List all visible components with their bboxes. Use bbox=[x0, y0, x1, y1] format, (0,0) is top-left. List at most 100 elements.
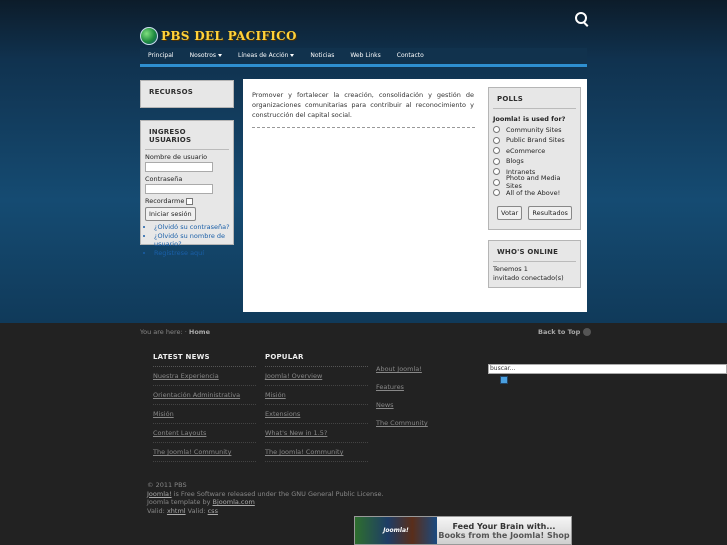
xhtml-link[interactable]: xhtml bbox=[167, 507, 186, 515]
banner-text: Feed Your Brain with... Books from the J… bbox=[437, 517, 571, 544]
poll-option[interactable]: Public Brand Sites bbox=[493, 136, 576, 144]
radio-button[interactable] bbox=[493, 189, 500, 196]
books-image: Joomla! bbox=[355, 517, 437, 544]
header-area: PBS DEL PACIFICO Principal Nosotros Líne… bbox=[0, 0, 727, 323]
template-credit-link[interactable]: Bjoomla.com bbox=[213, 498, 255, 506]
footer-search-input[interactable]: buscar... bbox=[488, 364, 727, 374]
about-column: About Joomla! Features News The Communit… bbox=[376, 360, 479, 432]
poll-option[interactable]: eCommerce bbox=[493, 147, 576, 155]
nav-item-noticias[interactable]: Noticias bbox=[302, 48, 342, 64]
nav-item-nosotros[interactable]: Nosotros bbox=[182, 48, 230, 64]
popular-link[interactable]: Misión bbox=[265, 386, 368, 405]
caret-down-icon bbox=[218, 54, 223, 57]
vote-button[interactable]: Votar bbox=[497, 205, 523, 220]
breadcrumb-current: Home bbox=[188, 328, 210, 336]
poll-question: Joomla! is used for? bbox=[493, 115, 566, 123]
password-field[interactable] bbox=[145, 184, 213, 194]
polls-module: POLLS Joomla! is used for? Community Sit… bbox=[488, 87, 581, 230]
whos-online-title: WHO'S ONLINE bbox=[497, 248, 559, 256]
latest-news-link[interactable]: Orientación Administrativa bbox=[153, 386, 256, 405]
copyright-block: © 2011 PBS Joomla! is Free Software rele… bbox=[147, 481, 384, 515]
site-logo[interactable]: PBS DEL PACIFICO bbox=[140, 26, 297, 46]
register-link[interactable]: Regístrese aquí bbox=[154, 249, 233, 258]
nav-item-contacto[interactable]: Contacto bbox=[389, 48, 432, 64]
nav-label: Principal bbox=[148, 52, 174, 59]
nav-accent-stripe bbox=[140, 64, 587, 67]
search-icon[interactable] bbox=[575, 12, 587, 24]
poll-option[interactable]: Blogs bbox=[493, 157, 576, 165]
breadcrumb-prefix: You are here: bbox=[140, 328, 183, 336]
logo-text: PBS DEL PACIFICO bbox=[161, 29, 297, 43]
radio-button[interactable] bbox=[493, 178, 500, 186]
login-actions: Iniciar sesión bbox=[145, 207, 229, 221]
css-link[interactable]: css bbox=[208, 507, 218, 515]
remember-checkbox[interactable] bbox=[186, 197, 194, 205]
online-count-text: Tenemos 1 invitado conectado(s) bbox=[493, 265, 576, 282]
results-button[interactable]: Resultados bbox=[528, 205, 572, 220]
divider bbox=[493, 261, 576, 262]
popular-link[interactable]: The Joomla! Community bbox=[265, 443, 368, 462]
about-link[interactable]: News bbox=[376, 396, 479, 414]
globe-icon bbox=[140, 27, 158, 45]
forgot-password-link[interactable]: ¿Olvidó su contraseña? bbox=[154, 223, 233, 232]
license-line: Joomla! is Free Software released under … bbox=[147, 490, 384, 499]
valid-label: Valid: bbox=[147, 506, 165, 515]
about-link[interactable]: Features bbox=[376, 378, 479, 396]
radio-button[interactable] bbox=[493, 157, 500, 165]
popular-column: POPULAR Joomla! Overview Misión Extensio… bbox=[265, 353, 368, 462]
books-label: Joomla! bbox=[383, 527, 409, 534]
poll-actions: Votar Resultados bbox=[489, 205, 580, 220]
whos-online-module: WHO'S ONLINE Tenemos 1 invitado conectad… bbox=[488, 240, 581, 288]
template-prefix: Joomla template by bbox=[147, 498, 213, 506]
license-text: is Free Software released under the GNU … bbox=[171, 489, 384, 498]
main-nav: Principal Nosotros Líneas de Acción Noti… bbox=[140, 48, 587, 64]
copyright-line: © 2011 PBS bbox=[147, 481, 187, 489]
joomla-shop-banner[interactable]: Joomla! Feed Your Brain with... Books fr… bbox=[354, 516, 572, 545]
nav-item-lineas-de-accion[interactable]: Líneas de Acción bbox=[230, 48, 302, 64]
popular-link[interactable]: What's New in 1.5? bbox=[265, 424, 368, 443]
nav-label: Web Links bbox=[350, 52, 381, 59]
search-submit-icon[interactable] bbox=[500, 376, 508, 384]
radio-button[interactable] bbox=[493, 168, 500, 175]
poll-option[interactable]: Community Sites bbox=[493, 126, 576, 134]
latest-news-link[interactable]: The Joomla! Community bbox=[153, 443, 256, 462]
divider bbox=[145, 149, 229, 150]
remember-row: Recordarme bbox=[145, 197, 229, 205]
radio-button[interactable] bbox=[493, 136, 500, 144]
login-button[interactable]: Iniciar sesión bbox=[145, 207, 196, 221]
divider bbox=[252, 127, 475, 128]
latest-news-link[interactable]: Content Layouts bbox=[153, 424, 256, 443]
template-credit: Joomla template by Bjoomla.com bbox=[147, 498, 384, 507]
caret-down-icon bbox=[290, 54, 295, 57]
about-link[interactable]: About Joomla! bbox=[376, 360, 479, 378]
forgot-username-link[interactable]: ¿Olvidó su nombre de usuario? bbox=[154, 232, 233, 249]
poll-option[interactable]: Photo and Media Sites bbox=[493, 174, 576, 190]
radio-button[interactable] bbox=[493, 126, 500, 133]
nav-item-principal[interactable]: Principal bbox=[140, 48, 182, 64]
polls-title: POLLS bbox=[497, 95, 524, 103]
nav-item-web-links[interactable]: Web Links bbox=[342, 48, 388, 64]
username-field[interactable] bbox=[145, 162, 213, 172]
popular-link[interactable]: Joomla! Overview bbox=[265, 367, 368, 386]
banner-line-1: Feed Your Brain with... bbox=[452, 521, 556, 531]
poll-option-label: All of the Above! bbox=[506, 188, 561, 197]
nav-label: Nosotros bbox=[189, 52, 217, 59]
radio-button[interactable] bbox=[493, 147, 500, 154]
login-module: INGRESO USUARIOS Nombre de usuario Contr… bbox=[140, 120, 234, 257]
poll-option-label: Blogs bbox=[506, 157, 524, 165]
password-label: Contraseña bbox=[145, 175, 183, 183]
nav-label: Noticias bbox=[310, 52, 335, 59]
username-label: Nombre de usuario bbox=[145, 153, 208, 161]
latest-news-link[interactable]: Misión bbox=[153, 405, 256, 424]
joomla-link[interactable]: Joomla! bbox=[147, 490, 172, 498]
popular-link[interactable]: Extensions bbox=[265, 405, 368, 424]
about-link[interactable]: The Community bbox=[376, 414, 479, 432]
online-line-2: invitado conectado(s) bbox=[493, 273, 564, 282]
recursos-module: RECURSOS bbox=[140, 80, 234, 108]
login-links: ¿Olvidó su contraseña? ¿Olvidó su nombre… bbox=[141, 223, 233, 257]
breadcrumb: You are here: · Home bbox=[140, 328, 210, 336]
latest-news-link[interactable]: Nuestra Experiencia bbox=[153, 367, 256, 386]
remember-label: Recordarme bbox=[145, 197, 185, 205]
back-to-top-link[interactable]: Back to Top bbox=[538, 328, 592, 336]
valid-label: Valid: bbox=[187, 506, 206, 515]
